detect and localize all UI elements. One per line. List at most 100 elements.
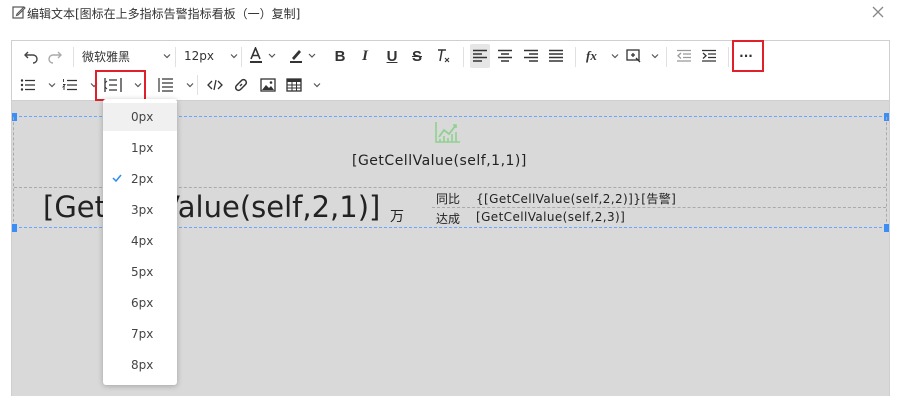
table-border <box>886 117 887 227</box>
formula-button[interactable]: fx <box>583 44 619 68</box>
close-icon[interactable] <box>870 4 886 20</box>
link-icon <box>234 78 248 92</box>
resize-handle[interactable] <box>12 224 17 232</box>
justify-icon <box>549 49 563 62</box>
font-color-icon <box>250 47 276 63</box>
strikethrough-button[interactable]: S <box>407 44 427 68</box>
paragraph-spacing-icon <box>158 78 173 92</box>
paragraph-spacing-button[interactable] <box>158 73 194 97</box>
code-icon <box>207 79 223 91</box>
clear-format-icon <box>438 49 450 63</box>
more-button-highlight <box>732 40 764 72</box>
dialog-title: 编辑文本[图标在上多指标告警指标看板（一）复制] <box>27 7 301 21</box>
chevron-down-icon <box>313 83 321 88</box>
align-right-icon <box>524 49 538 62</box>
justify-button[interactable] <box>546 44 566 68</box>
chevron-down-icon <box>611 54 619 59</box>
chart-icon <box>435 122 460 143</box>
font-size-select[interactable]: 12px <box>184 44 238 68</box>
check-icon <box>112 174 122 183</box>
toolbar-divider <box>463 47 464 67</box>
toolbar-divider <box>175 47 176 67</box>
achieve-label: 达成 <box>436 212 461 226</box>
chevron-down-icon <box>186 83 194 88</box>
italic-button[interactable]: I <box>355 44 375 68</box>
line-height-option[interactable]: 3px <box>103 196 177 224</box>
bullet-list-icon <box>20 79 35 91</box>
formula-label: fx <box>586 48 597 63</box>
line-height-option[interactable]: 2px <box>103 165 177 193</box>
insert-field-button[interactable] <box>623 44 659 68</box>
font-size-value: 12px <box>184 49 214 63</box>
font-color-button[interactable] <box>248 44 278 68</box>
yoy-label: 同比 <box>436 192 461 206</box>
line-height-option[interactable]: 5px <box>103 258 177 286</box>
align-right-button[interactable] <box>521 44 541 68</box>
align-center-icon <box>498 49 512 62</box>
toolbar-divider <box>575 47 576 67</box>
cell-2-2[interactable]: {[GetCellValue(self,2,2)]}[告警] <box>476 190 676 207</box>
undo-icon <box>24 51 38 64</box>
numbered-list-button[interactable] <box>62 73 98 97</box>
numbered-list-icon <box>62 79 77 91</box>
insert-field-icon <box>626 49 641 63</box>
highlight-color-button[interactable] <box>288 44 318 68</box>
line-height-option[interactable]: 0px <box>103 103 177 131</box>
cell-2-1-unit: 万 <box>390 209 404 225</box>
bold-button[interactable]: B <box>330 44 350 68</box>
line-height-option-label: 2px <box>131 172 154 186</box>
line-height-option-label: 8px <box>131 358 154 372</box>
source-code-button[interactable] <box>205 73 225 97</box>
line-height-option-label: 7px <box>131 327 154 341</box>
link-button[interactable] <box>231 73 251 97</box>
table-border <box>13 117 14 227</box>
align-left-button[interactable] <box>470 44 490 68</box>
font-family-select[interactable]: 微软雅黑 <box>82 44 171 68</box>
toolbar-divider <box>197 75 198 95</box>
edit-icon <box>12 6 26 19</box>
table-row-divider <box>432 207 886 208</box>
resize-handle[interactable] <box>884 224 889 232</box>
redo-button[interactable] <box>44 44 66 68</box>
toolbar-divider <box>666 47 667 67</box>
line-height-option[interactable]: 1px <box>103 134 177 162</box>
line-height-option-label: 1px <box>131 141 154 155</box>
line-height-button-highlight <box>95 70 146 101</box>
image-button[interactable] <box>258 73 278 97</box>
toolbar-divider <box>728 47 729 67</box>
bullet-list-button[interactable] <box>20 73 56 97</box>
toolbar-divider <box>73 47 74 67</box>
image-icon <box>260 78 276 92</box>
align-center-button[interactable] <box>495 44 515 68</box>
line-height-option[interactable]: 4px <box>103 227 177 255</box>
table-button[interactable] <box>283 73 321 97</box>
outdent-icon <box>677 49 691 62</box>
indent-button[interactable] <box>699 44 719 68</box>
chevron-down-icon <box>163 54 171 59</box>
line-height-option[interactable]: 6px <box>103 289 177 317</box>
table-icon <box>286 78 302 92</box>
cell-2-1[interactable]: [GetCellValue(self,2,1)] <box>43 190 380 224</box>
chevron-down-icon <box>48 83 56 88</box>
cell-1-1[interactable]: [GetCellValue(self,1,1)] <box>352 153 527 169</box>
chevron-down-icon <box>230 54 238 59</box>
line-height-dropdown: 0px 1px 2px 3px 4px 5px 6px 7px 8px <box>103 99 177 385</box>
redo-icon <box>48 51 62 64</box>
line-height-option-label: 5px <box>131 265 154 279</box>
underline-button[interactable]: U <box>382 44 402 68</box>
align-left-icon <box>473 49 487 62</box>
line-height-option[interactable]: 8px <box>103 351 177 379</box>
line-height-option-label: 6px <box>131 296 154 310</box>
line-height-option-label: 3px <box>131 203 154 217</box>
indent-icon <box>702 49 716 62</box>
font-family-value: 微软雅黑 <box>82 49 131 64</box>
undo-button[interactable] <box>20 44 42 68</box>
line-height-option-label: 4px <box>131 234 154 248</box>
clear-format-button[interactable] <box>432 44 454 68</box>
chevron-down-icon <box>651 54 659 59</box>
outdent-button[interactable] <box>674 44 694 68</box>
dialog-titlebar: 编辑文本[图标在上多指标告警指标看板（一）复制] <box>0 0 900 26</box>
line-height-option-label: 0px <box>131 110 154 124</box>
cell-2-3[interactable]: [GetCellValue(self,2,3)] <box>476 210 625 224</box>
line-height-option[interactable]: 7px <box>103 320 177 348</box>
